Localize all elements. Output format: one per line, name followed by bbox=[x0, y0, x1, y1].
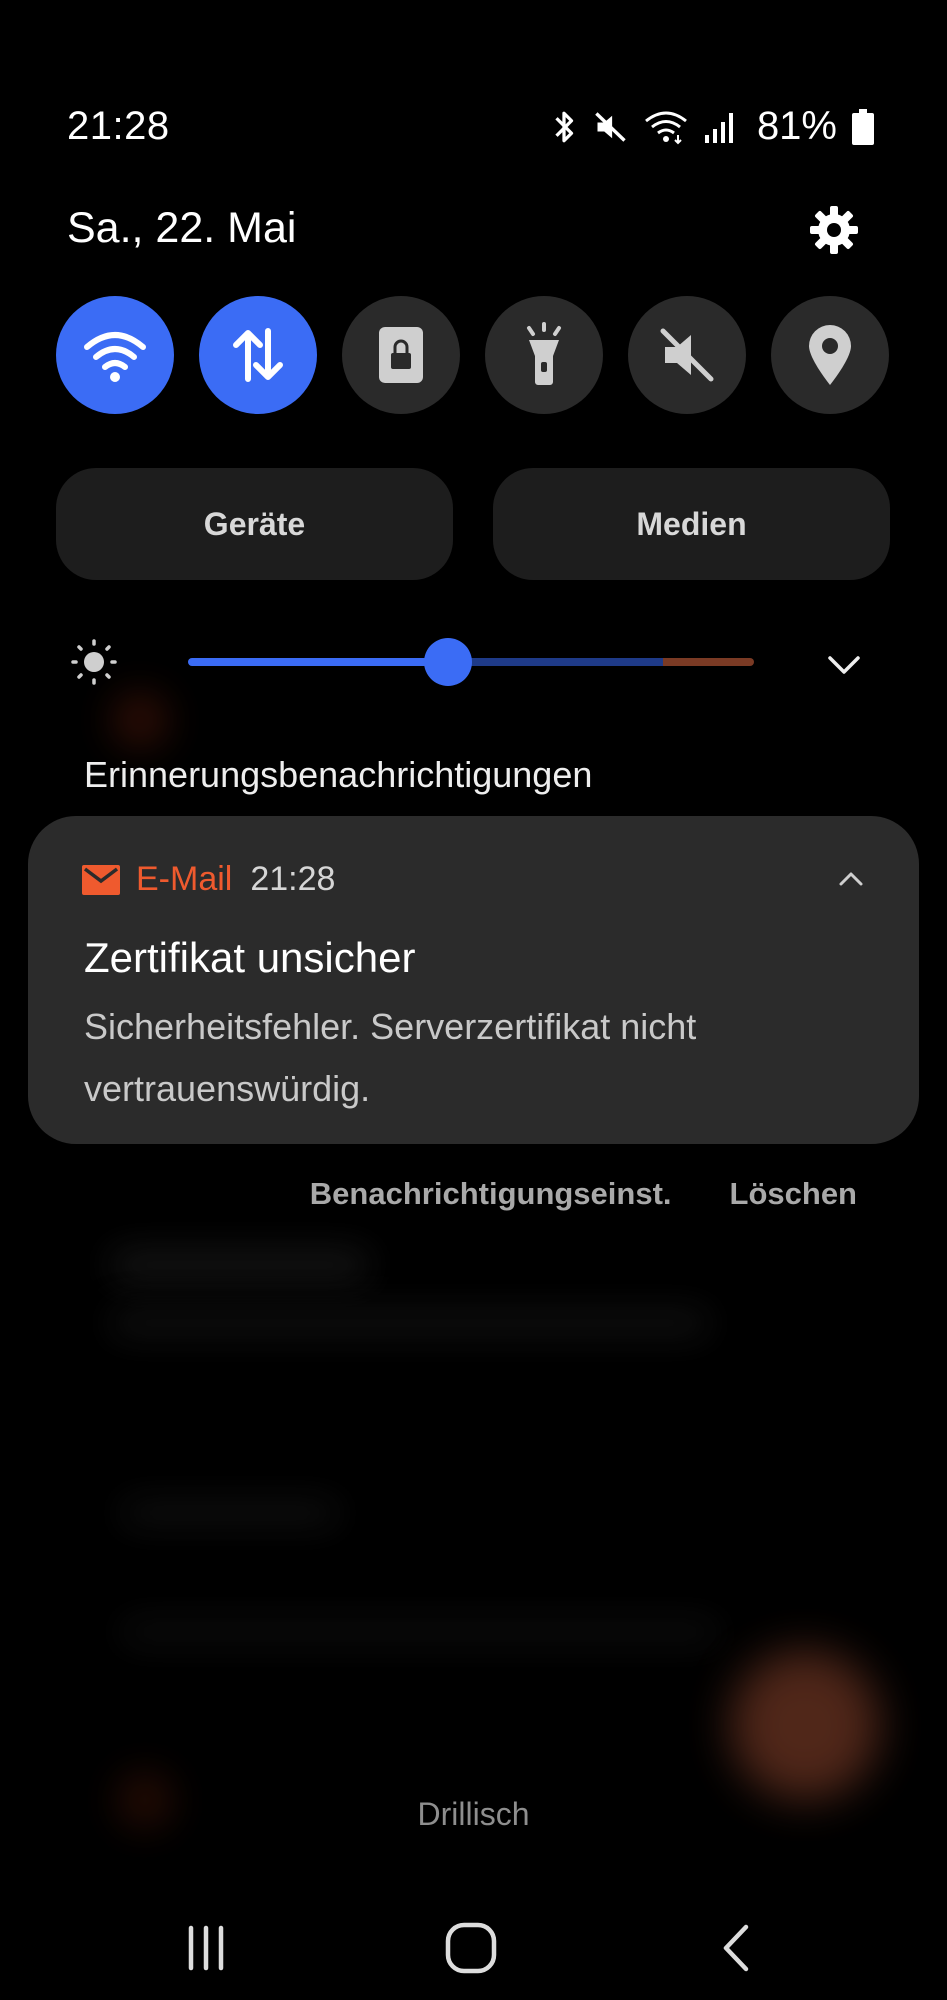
mobile-data-icon bbox=[233, 328, 283, 382]
status-icons: 81% bbox=[549, 104, 875, 149]
media-button[interactable]: Medien bbox=[493, 468, 890, 580]
status-bar: 21:28 81% bbox=[0, 0, 947, 160]
notification-header: E-Mail 21:28 bbox=[82, 860, 335, 899]
gear-icon[interactable] bbox=[808, 204, 860, 256]
brightness-slider[interactable] bbox=[188, 638, 754, 686]
notification-time: 21:28 bbox=[250, 860, 336, 898]
screen-lock-icon bbox=[379, 327, 423, 383]
battery-icon bbox=[852, 108, 874, 145]
sound-mute-icon bbox=[660, 328, 714, 382]
sound-toggle[interactable] bbox=[628, 296, 746, 414]
battery-percent: 81% bbox=[756, 104, 837, 148]
notification-body: Sicherheitsfehler. Serverzertifikat nich… bbox=[84, 1006, 697, 1109]
notification-settings-button[interactable]: Benachrichtigungseinst. bbox=[310, 1176, 672, 1212]
mute-icon bbox=[595, 111, 626, 142]
flashlight-toggle[interactable] bbox=[485, 296, 603, 414]
wifi-icon bbox=[84, 332, 146, 382]
location-toggle[interactable] bbox=[771, 296, 889, 414]
home-icon bbox=[445, 1922, 497, 1974]
wifi-icon bbox=[645, 111, 687, 144]
devices-button[interactable]: Geräte bbox=[56, 468, 453, 580]
recents-button[interactable] bbox=[166, 1908, 246, 1988]
back-icon bbox=[723, 1924, 749, 1972]
navigation-bar bbox=[0, 1890, 947, 2000]
bluetooth-icon bbox=[555, 111, 574, 142]
wifi-toggle[interactable] bbox=[56, 296, 174, 414]
slider-extra-brightness-track bbox=[663, 658, 754, 666]
chevron-up-icon[interactable] bbox=[831, 858, 871, 898]
clear-notifications-button[interactable]: Löschen bbox=[730, 1176, 857, 1212]
notification-section-title: Erinnerungsbenachrichtigungen bbox=[84, 754, 593, 795]
signal-icon bbox=[704, 112, 733, 143]
chevron-down-icon[interactable] bbox=[820, 640, 868, 688]
notification-actions: Benachrichtigungseinst. Löschen bbox=[310, 1176, 857, 1212]
back-button[interactable] bbox=[696, 1908, 776, 1988]
slider-inactive-track bbox=[448, 658, 664, 666]
flashlight-icon bbox=[527, 322, 561, 385]
notification-card[interactable]: E-Mail 21:28 Zertifikat unsicher Sicherh… bbox=[28, 816, 919, 1144]
carrier-label: Drillisch bbox=[417, 1796, 530, 1832]
screen-lock-toggle[interactable] bbox=[342, 296, 460, 414]
status-time: 21:28 bbox=[67, 104, 170, 148]
brightness-icon bbox=[71, 639, 117, 685]
mobile-data-toggle[interactable] bbox=[199, 296, 317, 414]
home-button[interactable] bbox=[431, 1908, 511, 1988]
recents-icon bbox=[188, 1925, 224, 1971]
notification-app-name: E-Mail bbox=[136, 860, 233, 898]
notification-title: Zertifikat unsicher bbox=[84, 934, 416, 981]
email-icon bbox=[82, 864, 120, 895]
location-icon bbox=[809, 325, 851, 385]
quick-settings-tiles bbox=[56, 296, 891, 414]
date-label: Sa., 22. Mai bbox=[67, 204, 297, 252]
slider-active-track bbox=[188, 658, 449, 666]
